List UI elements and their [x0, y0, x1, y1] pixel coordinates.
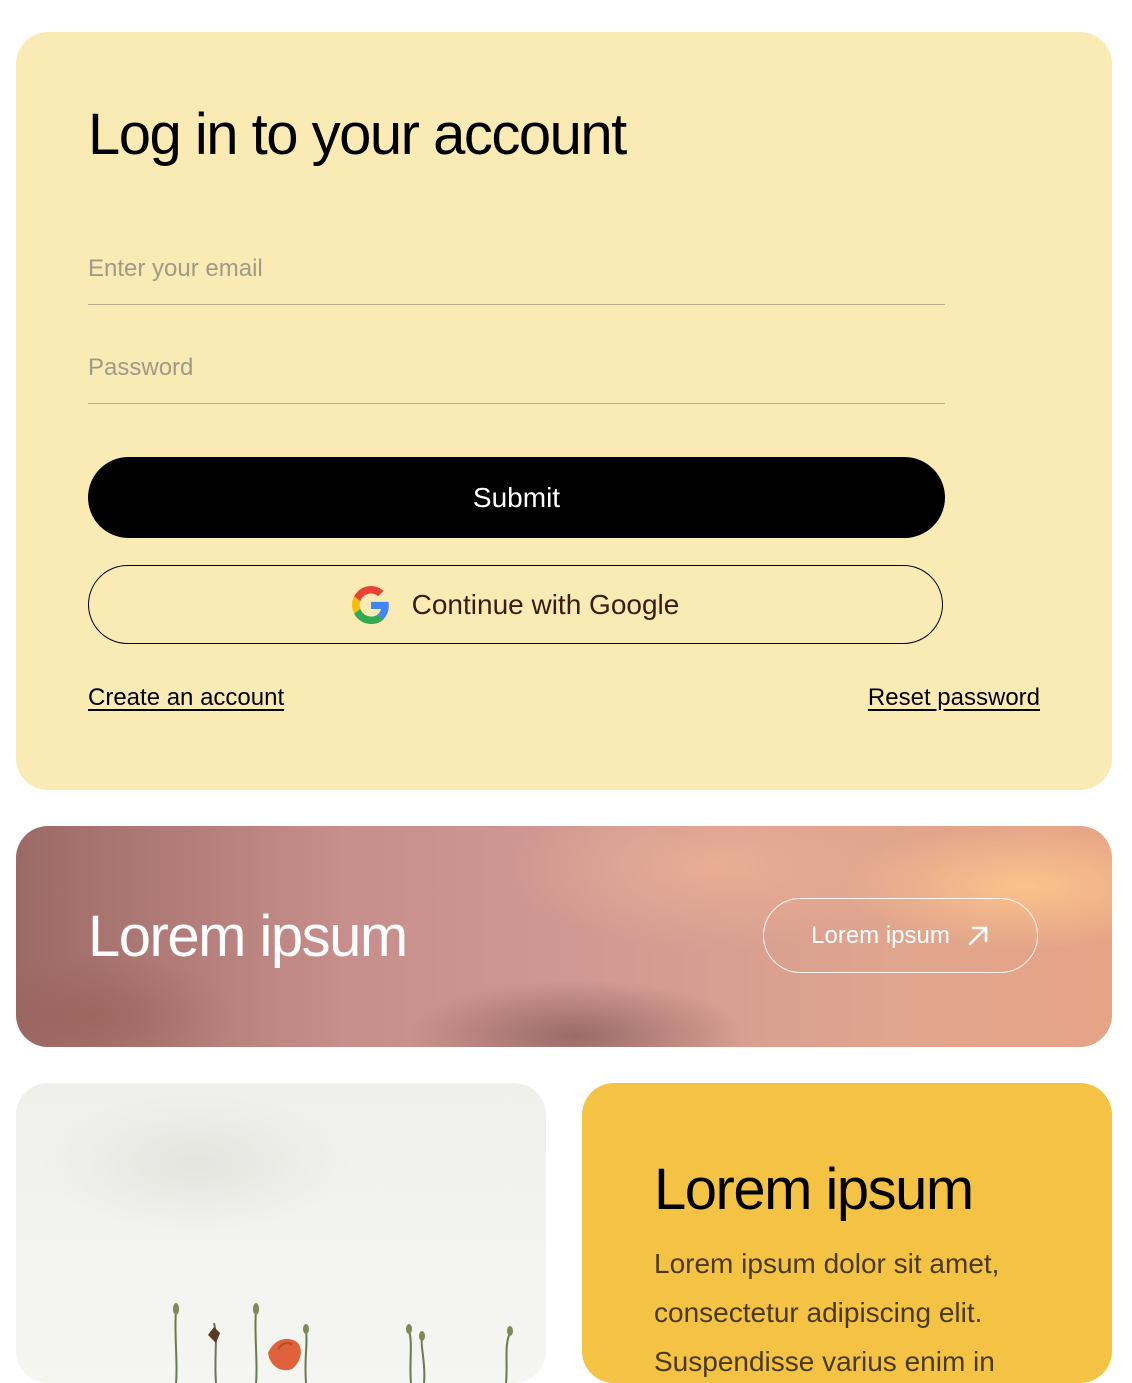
login-card: Log in to your account Submit Continue w… [16, 32, 1112, 790]
reset-password-link[interactable]: Reset password [868, 684, 1040, 712]
submit-button[interactable]: Submit [88, 457, 945, 538]
flower-image [173, 1303, 513, 1383]
login-title: Log in to your account [88, 102, 627, 167]
banner-button[interactable]: Lorem ipsum [763, 898, 1038, 973]
create-account-link[interactable]: Create an account [88, 684, 284, 712]
google-button-label: Continue with Google [411, 588, 680, 620]
flower-photo-card [16, 1083, 546, 1383]
password-field[interactable] [88, 333, 945, 404]
feature-text: Lorem ipsum dolor sit amet, consectetur … [654, 1248, 1000, 1377]
banner-button-label: Lorem ipsum [811, 921, 950, 949]
sky-banner: Lorem ipsum Lorem ipsum [16, 826, 1112, 1047]
banner-title: Lorem ipsum [88, 904, 408, 969]
feature-title: Lorem ipsum [654, 1157, 974, 1222]
google-icon [351, 585, 390, 624]
feature-card: Lorem ipsum Lorem ipsum dolor sit amet, … [582, 1083, 1112, 1383]
google-signin-button[interactable]: Continue with Google [88, 565, 943, 644]
arrow-up-right-icon [966, 924, 990, 948]
email-field[interactable] [88, 234, 945, 305]
